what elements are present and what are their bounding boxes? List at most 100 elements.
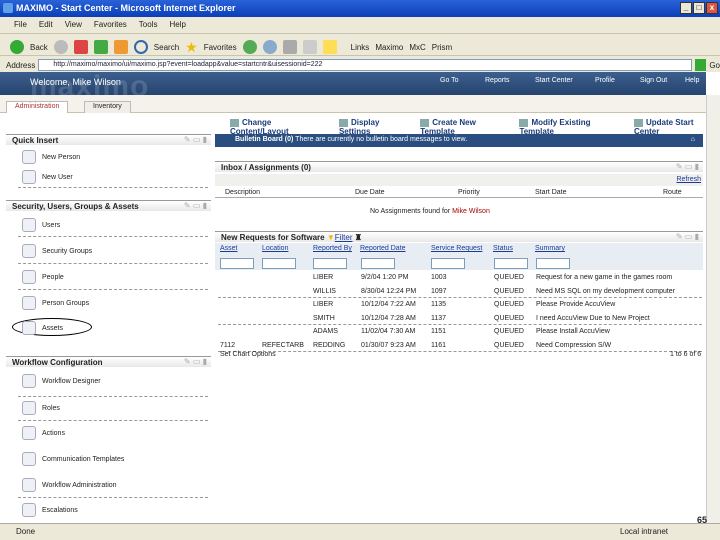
sign-out-link[interactable]: Sign Out — [640, 77, 667, 84]
mail-icon[interactable] — [262, 40, 277, 54]
tab-administration[interactable]: Administration — [6, 101, 69, 113]
table-cell: 7112 — [220, 341, 236, 349]
close-button[interactable]: x — [706, 2, 718, 14]
portlet-tools-icon[interactable]: ✎ ▭ ▮ — [184, 135, 207, 144]
status-text: Done — [16, 527, 36, 536]
item-label: Escalations — [42, 506, 78, 514]
reported-by-filter-input[interactable] — [313, 258, 347, 269]
column-header[interactable]: Location — [262, 245, 288, 252]
favorites-button[interactable]: Favorites — [204, 43, 237, 52]
column-header[interactable]: Priority — [458, 189, 480, 196]
menu-file[interactable]: File — [14, 20, 27, 29]
column-header[interactable]: Service Request — [431, 245, 482, 252]
actions-link[interactable]: Actions — [22, 426, 65, 440]
back-icon[interactable] — [10, 40, 24, 54]
menu-help[interactable]: Help — [169, 20, 185, 29]
assets-link[interactable]: Assets — [22, 321, 63, 335]
table-row[interactable]: WILLIS 8/30/04 12:24 PM 1097 QUEUED Need MS … — [218, 286, 702, 298]
forward-icon[interactable] — [53, 40, 68, 54]
new-template-icon — [420, 118, 430, 127]
location-filter-input[interactable] — [262, 258, 296, 269]
history-icon[interactable] — [242, 40, 257, 54]
inbox-toolbar: Refresh — [215, 174, 703, 186]
search-button[interactable]: Search — [154, 43, 179, 52]
table-cell: Please Provide AccuView — [536, 301, 616, 308]
menu-view[interactable]: View — [65, 20, 82, 29]
security-groups-link[interactable]: Security Groups — [22, 244, 92, 258]
edit-icon[interactable] — [302, 40, 317, 54]
vertical-scrollbar[interactable] — [706, 95, 720, 523]
new-person-link[interactable]: New Person — [22, 150, 80, 164]
menu-edit[interactable]: Edit — [39, 20, 53, 29]
home-icon[interactable] — [113, 40, 128, 54]
column-header[interactable]: Description — [225, 189, 260, 196]
table-row[interactable]: ADAMS 11/02/04 7:30 AM 1151 QUEUED Please In… — [218, 326, 702, 338]
print-icon[interactable] — [282, 40, 297, 54]
person-groups-link[interactable]: Person Groups — [22, 296, 89, 310]
start-center-link[interactable]: Start Center — [535, 77, 573, 84]
menu-favorites[interactable]: Favorites — [94, 20, 127, 29]
minimize-button[interactable]: _ — [680, 2, 692, 14]
roles-link[interactable]: Roles — [22, 401, 60, 415]
portlet-tools-icon[interactable]: ✎ ▭ ▮ — [184, 357, 207, 366]
favorites-icon[interactable]: ★ — [185, 39, 198, 56]
column-header[interactable]: Status — [493, 245, 513, 252]
status-filter-input[interactable] — [494, 258, 528, 269]
refresh-link[interactable]: Refresh — [676, 176, 701, 183]
go-button[interactable]: Go — [709, 61, 720, 70]
notes-icon[interactable] — [322, 40, 337, 54]
workflow-administration-link[interactable]: Workflow Administration — [22, 478, 117, 492]
workflow-designer-link[interactable]: Workflow Designer — [22, 374, 101, 388]
tab-inventory[interactable]: Inventory — [84, 101, 131, 113]
column-header[interactable]: Due Date — [355, 189, 385, 196]
table-cell: 1003 — [431, 274, 447, 281]
column-header[interactable]: Start Date — [535, 189, 567, 196]
profile-link[interactable]: Profile — [595, 77, 615, 84]
portlet-tools-icon[interactable]: ✎ ▭ ▮ — [676, 162, 699, 171]
communication-templates-link[interactable]: Communication Templates — [22, 452, 124, 466]
column-header[interactable]: Asset — [220, 245, 238, 252]
table-row[interactable]: LIBER 9/2/04 1:20 PM 1003 QUEUED Request for… — [218, 272, 702, 284]
column-header[interactable]: Reported Date — [360, 245, 406, 252]
item-label: Person Groups — [42, 299, 90, 307]
item-label: Workflow Administration — [42, 481, 117, 489]
filter-link[interactable]: Filter — [335, 233, 353, 242]
link-maximo[interactable]: Maximo — [375, 43, 403, 52]
requests-title: New Requests for Software — [221, 233, 325, 242]
set-chart-options-link[interactable]: Set Chart Options — [220, 351, 276, 358]
table-row[interactable]: 7112 REFECTARB REDDING 01/30/07 9:23 AM 1161… — [218, 340, 702, 352]
reported-date-filter-input[interactable] — [361, 258, 395, 269]
portlet-tools-icon[interactable]: ✎ ▭ ▮ — [184, 201, 207, 210]
item-label: Roles — [42, 404, 60, 412]
summary-filter-input[interactable] — [536, 258, 570, 269]
portlet-tools-icon[interactable]: ✎ ▭ ▮ — [676, 232, 699, 241]
pin-icon[interactable]: ⌂ — [691, 136, 695, 143]
escalations-link[interactable]: Escalations — [22, 503, 78, 517]
reports-link[interactable]: Reports — [485, 77, 510, 84]
goto-link[interactable]: Go To — [440, 77, 459, 84]
users-link[interactable]: Users — [22, 218, 60, 232]
table-row[interactable]: LIBER 10/12/04 7:22 AM 1135 QUEUED Please Pr… — [218, 299, 702, 311]
link-mxc[interactable]: MxC — [409, 43, 425, 52]
help-link[interactable]: Help — [685, 77, 699, 84]
empty-user: Mike Wilson — [452, 208, 490, 215]
service-request-filter-input[interactable] — [431, 258, 465, 269]
person-icon — [22, 150, 36, 164]
refresh-icon[interactable] — [93, 40, 108, 54]
binoculars-icon[interactable]: ♜ — [355, 233, 362, 242]
stop-icon[interactable] — [73, 40, 88, 54]
people-link[interactable]: People — [22, 270, 64, 284]
new-user-link[interactable]: New User — [22, 170, 73, 184]
table-row[interactable]: SMITH 10/12/04 7:28 AM 1137 QUEUED I need Ac… — [218, 313, 702, 325]
go-icon[interactable] — [694, 59, 707, 71]
column-header[interactable]: Reported By — [313, 245, 352, 252]
link-prism[interactable]: Prism — [432, 43, 452, 52]
column-header[interactable]: Route — [663, 189, 682, 196]
search-icon[interactable] — [133, 40, 148, 54]
column-header[interactable]: Summary — [535, 245, 565, 252]
workflow-administration-icon — [22, 478, 36, 492]
asset-filter-input[interactable] — [220, 258, 254, 269]
menu-tools[interactable]: Tools — [139, 20, 158, 29]
back-button[interactable]: Back — [30, 43, 48, 52]
maximize-button[interactable]: □ — [693, 2, 705, 14]
